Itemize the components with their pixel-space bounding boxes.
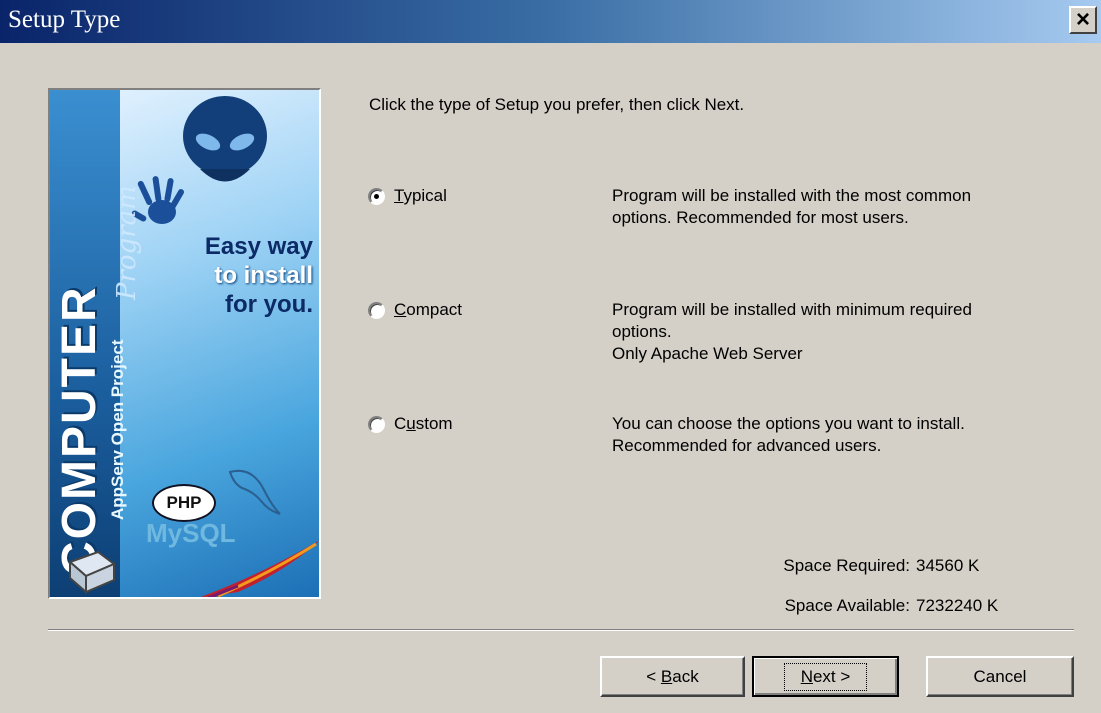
window-title: Setup Type [8, 6, 121, 33]
instruction-text: Click the type of Setup you prefer, then… [369, 95, 745, 114]
banner-image: Program COMPUTER AppServ Open Project Ea… [48, 88, 321, 599]
tagline-line-2: to install [214, 262, 313, 289]
space-required-row: Space Required: [740, 556, 910, 578]
space-required-value: 34560 K [916, 556, 980, 575]
radio-unselected-icon[interactable] [368, 415, 385, 433]
next-button-label: Next > [783, 662, 868, 691]
space-required-label: Space Required: [783, 556, 910, 575]
banner-project-text: AppServ Open Project [108, 339, 127, 520]
cancel-button-label: Cancel [973, 666, 1027, 686]
compact-description: Program will be installed with minimum r… [612, 300, 972, 363]
compact-label: Compact [394, 300, 463, 319]
typical-radio[interactable]: Typical [368, 186, 447, 206]
banner-computer-text: COMPUTER [53, 285, 106, 576]
back-button-label: < Back [646, 666, 699, 686]
setup-dialog: Setup Type × Program COMPUTER AppServ Op… [0, 0, 1101, 713]
close-button[interactable]: × [1069, 6, 1097, 34]
title-bar: Setup Type × [0, 0, 1101, 43]
computer-box-icon [68, 550, 116, 594]
compact-radio[interactable]: Compact [368, 300, 462, 320]
banner-tagline: Easy way to install for you. [205, 232, 313, 319]
next-button[interactable]: Next > [752, 656, 899, 697]
apache-feather-icon [200, 540, 319, 597]
tagline-line-3: for you. [225, 291, 313, 318]
back-button[interactable]: < Back [600, 656, 745, 697]
typical-label: Typical [394, 186, 447, 205]
radio-unselected-icon[interactable] [368, 301, 385, 319]
mysql-dolphin-icon [228, 469, 281, 515]
tagline-line-1: Easy way [204, 233, 313, 260]
space-available-value: 7232240 K [916, 596, 999, 615]
space-available-row: Space Available: [740, 596, 910, 618]
typical-description: Program will be installed with the most … [612, 186, 972, 227]
cancel-button[interactable]: Cancel [926, 656, 1074, 697]
custom-radio[interactable]: Custom [368, 414, 453, 434]
php-logo-text: PHP [166, 493, 202, 512]
close-icon: × [1075, 6, 1090, 33]
alien-head-icon [183, 96, 267, 182]
custom-label: Custom [394, 414, 453, 433]
divider [48, 629, 1074, 631]
custom-description: You can choose the options you want to i… [612, 414, 965, 455]
space-available-label: Space Available: [784, 596, 910, 615]
banner-program-text: Program [112, 185, 142, 300]
radio-selected-icon[interactable] [368, 187, 385, 205]
php-logo: PHP [152, 484, 216, 522]
